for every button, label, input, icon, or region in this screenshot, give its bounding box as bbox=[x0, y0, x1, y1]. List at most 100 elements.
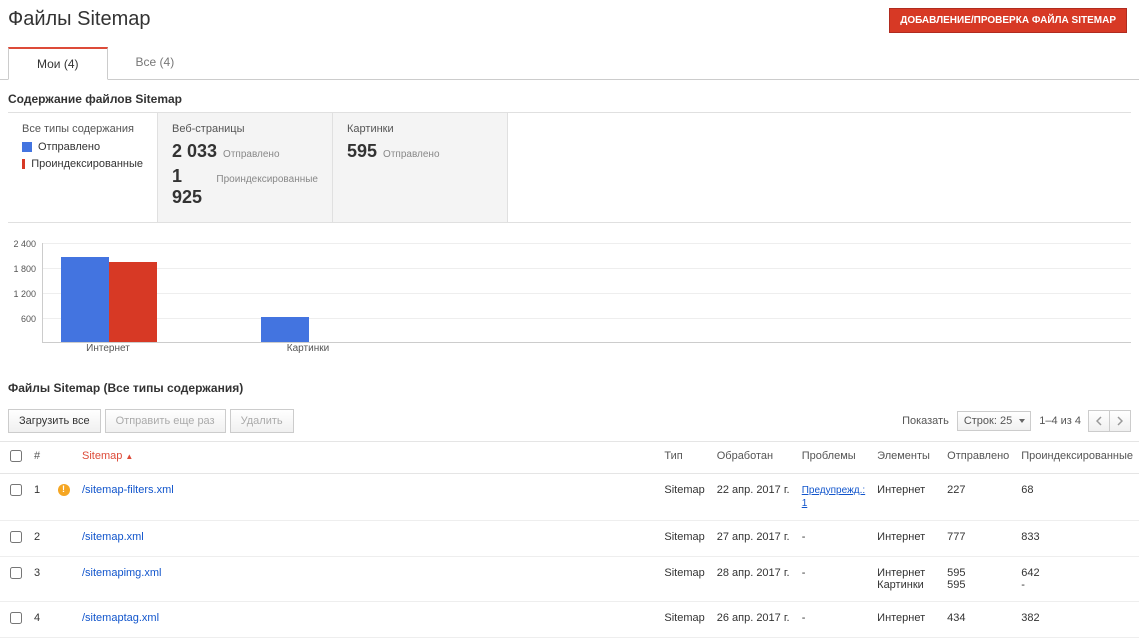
indexed-cell: 642- bbox=[1015, 557, 1139, 602]
col-indexed[interactable]: Проиндексированные bbox=[1015, 442, 1139, 474]
square-icon bbox=[22, 159, 25, 169]
img-box[interactable]: Картинки 595 Отправлено bbox=[333, 113, 508, 222]
delete-button[interactable]: Удалить bbox=[230, 409, 294, 433]
table-row: 4/sitemaptag.xml Sitemap26 апр. 2017 г.-И… bbox=[0, 602, 1139, 638]
indexed-cell: 68 bbox=[1015, 474, 1139, 521]
add-sitemap-button[interactable]: ДОБАВЛЕНИЕ/ПРОВЕРКА ФАЙЛА SITEMAP bbox=[889, 8, 1127, 33]
web-indexed-value: 1 925 bbox=[172, 166, 210, 208]
legend-sent: Отправлено bbox=[22, 141, 143, 153]
sitemap-cell: /sitemaptag.xml bbox=[76, 602, 658, 638]
chevron-right-icon bbox=[1117, 416, 1123, 426]
date-cell: 27 апр. 2017 г. bbox=[711, 521, 796, 557]
col-issues[interactable]: Проблемы bbox=[796, 442, 871, 474]
type-cell: Sitemap bbox=[658, 474, 710, 521]
tab-my[interactable]: Мои (4) bbox=[8, 47, 108, 80]
row-index: 1 bbox=[28, 474, 52, 521]
row-index: 2 bbox=[28, 521, 52, 557]
legend-indexed: Проиндексированные bbox=[22, 158, 143, 170]
sitemap-link[interactable]: /sitemap-filters.xml bbox=[82, 484, 174, 496]
square-icon bbox=[22, 142, 32, 152]
y-tick: 600 bbox=[21, 314, 36, 324]
indexed-cell: 833 bbox=[1015, 521, 1139, 557]
type-cell: Sitemap bbox=[658, 602, 710, 638]
sent-cell: 595595 bbox=[941, 557, 1015, 602]
table-row: 2/sitemap.xml Sitemap27 апр. 2017 г.-Инте… bbox=[0, 521, 1139, 557]
bar-group bbox=[261, 317, 309, 342]
issues-cell: - bbox=[796, 521, 871, 557]
legend-indexed-label: Проиндексированные bbox=[31, 158, 143, 170]
chart: 2 400 1 800 1 200 600 ИнтернетКартинки bbox=[8, 243, 1131, 359]
x-label: Картинки bbox=[260, 343, 356, 354]
filter-box[interactable]: Все типы содержания Отправлено Проиндекс… bbox=[8, 113, 158, 222]
resend-button[interactable]: Отправить еще раз bbox=[105, 409, 226, 433]
bar-group bbox=[61, 257, 157, 342]
col-sent[interactable]: Отправлено bbox=[941, 442, 1015, 474]
y-tick: 1 200 bbox=[13, 289, 36, 299]
col-index[interactable]: # bbox=[28, 442, 52, 474]
web-box[interactable]: Веб-страницы 2 033 Отправлено 1 925 Прои… bbox=[158, 113, 333, 222]
issues-cell: - bbox=[796, 602, 871, 638]
tab-all[interactable]: Все (4) bbox=[108, 47, 203, 79]
date-cell: 26 апр. 2017 г. bbox=[711, 602, 796, 638]
table-toolbar: Загрузить все Отправить еще раз Удалить bbox=[8, 409, 294, 433]
pager: Показать Строк: 25 1–4 из 4 bbox=[902, 410, 1131, 432]
download-all-button[interactable]: Загрузить все bbox=[8, 409, 101, 433]
row-index: 3 bbox=[28, 557, 52, 602]
sitemap-link[interactable]: /sitemaptag.xml bbox=[82, 612, 159, 624]
tabs: Мои (4) Все (4) bbox=[0, 47, 1139, 80]
table-row: 1/sitemap-filters.xml Sitemap22 апр. 2017… bbox=[0, 474, 1139, 521]
sitemap-cell: /sitemapimg.xml bbox=[76, 557, 658, 602]
select-all-checkbox[interactable] bbox=[10, 450, 22, 462]
next-page-button[interactable] bbox=[1109, 410, 1131, 432]
web-sent-value: 2 033 bbox=[172, 141, 217, 162]
sent-cell: 777 bbox=[941, 521, 1015, 557]
page-title: Файлы Sitemap bbox=[8, 8, 150, 31]
indexed-cell: 382 bbox=[1015, 602, 1139, 638]
img-sent-value: 595 bbox=[347, 141, 377, 162]
stat-boxes: Все типы содержания Отправлено Проиндекс… bbox=[8, 112, 1131, 223]
table-title: Файлы Sitemap (Все типы содержания) bbox=[0, 369, 1139, 401]
section-content-title: Содержание файлов Sitemap bbox=[0, 80, 1139, 112]
row-checkbox[interactable] bbox=[10, 531, 22, 543]
filter-heading: Все типы содержания bbox=[22, 123, 143, 135]
bar bbox=[261, 317, 309, 342]
date-cell: 22 апр. 2017 г. bbox=[711, 474, 796, 521]
sitemap-link[interactable]: /sitemap.xml bbox=[82, 531, 144, 543]
elements-cell: Интернет bbox=[871, 602, 941, 638]
col-elements[interactable]: Элементы bbox=[871, 442, 941, 474]
rows-select[interactable]: Строк: 25 bbox=[957, 411, 1031, 431]
sitemap-link[interactable]: /sitemapimg.xml bbox=[82, 567, 161, 579]
legend-sent-label: Отправлено bbox=[38, 141, 100, 153]
web-sent-label: Отправлено bbox=[223, 149, 279, 160]
sitemap-table: # Sitemap ▲ Тип Обработан Проблемы Элеме… bbox=[0, 441, 1139, 638]
bar bbox=[109, 262, 157, 342]
col-type[interactable]: Тип bbox=[658, 442, 710, 474]
plot-area bbox=[42, 243, 1131, 343]
sent-cell: 227 bbox=[941, 474, 1015, 521]
prev-page-button[interactable] bbox=[1088, 410, 1110, 432]
issues-cell: - bbox=[796, 557, 871, 602]
elements-cell: Интернет bbox=[871, 521, 941, 557]
sitemap-cell: /sitemap-filters.xml bbox=[76, 474, 658, 521]
warning-icon bbox=[58, 484, 70, 496]
date-cell: 28 апр. 2017 г. bbox=[711, 557, 796, 602]
type-cell: Sitemap bbox=[658, 521, 710, 557]
y-tick: 2 400 bbox=[13, 239, 36, 249]
row-index: 4 bbox=[28, 602, 52, 638]
web-indexed-label: Проиндексированные bbox=[216, 174, 318, 185]
col-sitemap[interactable]: Sitemap ▲ bbox=[76, 442, 658, 474]
row-checkbox[interactable] bbox=[10, 567, 22, 579]
bar bbox=[61, 257, 109, 342]
issues-cell: Предупрежд.: 1 bbox=[796, 474, 871, 521]
col-processed[interactable]: Обработан bbox=[711, 442, 796, 474]
chevron-left-icon bbox=[1096, 416, 1102, 426]
row-checkbox[interactable] bbox=[10, 612, 22, 624]
img-sent-label: Отправлено bbox=[383, 149, 439, 160]
x-label: Интернет bbox=[60, 343, 156, 354]
sent-cell: 434 bbox=[941, 602, 1015, 638]
elements-cell: Интернет bbox=[871, 474, 941, 521]
img-heading: Картинки bbox=[347, 123, 493, 135]
show-label: Показать bbox=[902, 415, 949, 427]
warning-link[interactable]: Предупрежд.: 1 bbox=[802, 485, 865, 509]
row-checkbox[interactable] bbox=[10, 484, 22, 496]
